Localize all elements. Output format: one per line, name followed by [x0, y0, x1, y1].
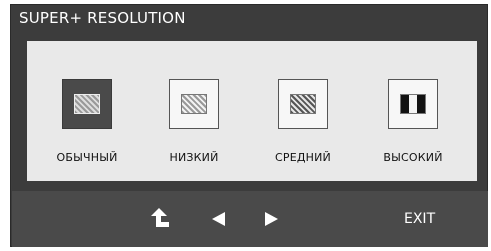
option-low-label: НИЗКИЙ — [169, 151, 219, 164]
osd-window: SUPER+ RESOLUTION ОБЫЧНЫЙ НИЗКИЙ СРЕДНИЙ… — [10, 4, 488, 247]
medium-quality-icon — [290, 94, 316, 114]
option-normal-box[interactable] — [62, 79, 112, 129]
osd-title: SUPER+ RESOLUTION — [19, 9, 186, 27]
osd-nav-bar: EXIT — [12, 191, 488, 247]
exit-button[interactable]: EXIT — [404, 211, 435, 227]
option-normal[interactable]: ОБЫЧНЫЙ — [37, 79, 137, 164]
option-high-label: ВЫСОКИЙ — [383, 151, 443, 164]
left-arrow-icon[interactable] — [210, 210, 228, 228]
options-panel: ОБЫЧНЫЙ НИЗКИЙ СРЕДНИЙ ВЫСОКИЙ — [27, 41, 477, 181]
low-quality-icon — [181, 94, 207, 114]
return-icon[interactable] — [147, 207, 171, 231]
option-normal-label: ОБЫЧНЫЙ — [56, 151, 118, 164]
option-medium-label: СРЕДНИЙ — [275, 151, 331, 164]
option-high[interactable]: ВЫСОКИЙ — [363, 79, 463, 164]
right-arrow-icon[interactable] — [262, 210, 280, 228]
high-quality-icon — [400, 94, 426, 114]
option-low[interactable]: НИЗКИЙ — [144, 79, 244, 164]
option-medium[interactable]: СРЕДНИЙ — [253, 79, 353, 164]
option-medium-box[interactable] — [278, 79, 328, 129]
normal-quality-icon — [74, 94, 100, 114]
option-high-box[interactable] — [388, 79, 438, 129]
option-low-box[interactable] — [169, 79, 219, 129]
